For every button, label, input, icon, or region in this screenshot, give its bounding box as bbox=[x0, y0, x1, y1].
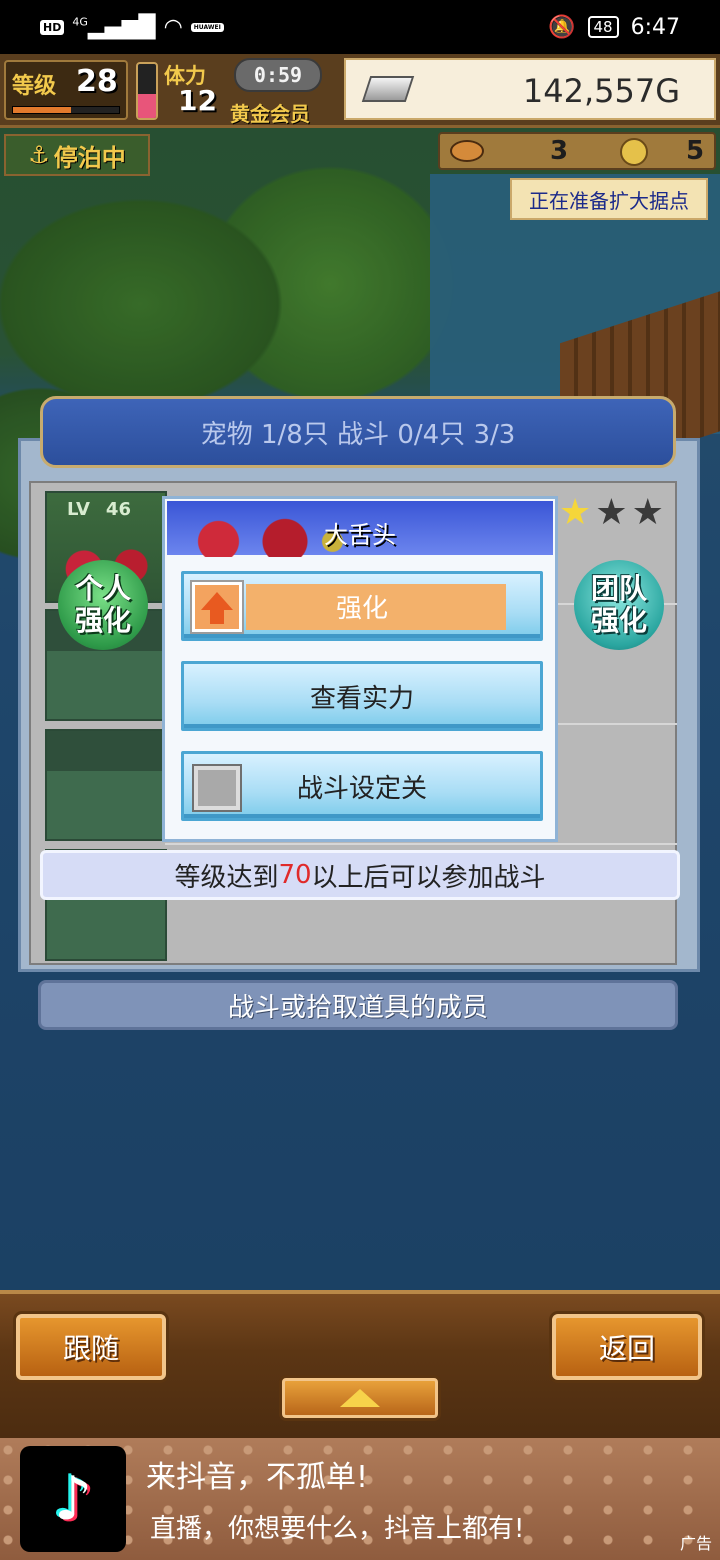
back-button[interactable]: 返回 bbox=[552, 1314, 702, 1380]
notice-suffix: 以上后可以参加战斗 bbox=[311, 862, 546, 893]
personal-enhance-line1: 个人 bbox=[74, 572, 131, 605]
team-enhance-button[interactable]: 团队 强化 bbox=[574, 560, 664, 650]
battle-setting-label: 战斗设定关 bbox=[296, 773, 427, 804]
personal-enhance-button[interactable]: 个人 强化 bbox=[58, 560, 148, 650]
stamina-gauge bbox=[136, 62, 158, 120]
money-box[interactable]: 142,557G bbox=[344, 58, 716, 120]
personal-enhance-line2: 强化 bbox=[74, 604, 131, 637]
coin-icon bbox=[620, 138, 648, 166]
view-strength-button[interactable]: 查看实力 bbox=[181, 661, 543, 731]
checkbox-icon[interactable] bbox=[194, 766, 240, 810]
notice-prefix: 等级达到 bbox=[174, 862, 279, 893]
coin-count: 5 bbox=[686, 136, 705, 166]
expand-up-button[interactable] bbox=[282, 1378, 438, 1418]
star-icon: ★ bbox=[595, 492, 628, 533]
level-label: 等级 bbox=[12, 74, 57, 99]
status-bar: HD 4G▂▄▆█ ◠ HUAWEI 🔕 48 6:47 bbox=[0, 0, 720, 54]
enhance-label: 强化 bbox=[335, 593, 388, 624]
status-right: 🔕 48 6:47 bbox=[548, 15, 680, 40]
pet-action-popup: 大舌头 强化 查看实力 战斗设定关 bbox=[162, 496, 558, 842]
tiktok-logo-icon: ♪ bbox=[20, 1446, 126, 1552]
ad-banner[interactable]: ♪ 来抖音，不孤单! 直播，你想要什么，抖音上都有! 广告 bbox=[0, 1438, 720, 1560]
resource-row: 3 5 bbox=[438, 132, 716, 170]
rarity-stars: ★ ★ ★ bbox=[559, 495, 664, 531]
stamina-timer: 0:59 bbox=[234, 58, 322, 92]
level-progress-bar bbox=[12, 106, 120, 114]
money-value: 142,557G bbox=[522, 72, 680, 110]
members-label-bar: 战斗或拾取道具的成员 bbox=[38, 980, 678, 1030]
star-icon: ★ bbox=[631, 492, 664, 533]
silver-bar-icon bbox=[361, 76, 415, 102]
upgrade-arrow-icon bbox=[192, 582, 242, 632]
slot-level-label: LV bbox=[67, 499, 90, 520]
follow-button[interactable]: 跟随 bbox=[16, 1314, 166, 1380]
pet-name: 大舌头 bbox=[324, 521, 396, 549]
level-box: 等级 28 bbox=[4, 60, 128, 120]
carrier-badge: HUAWEI bbox=[190, 22, 224, 32]
slot-level-value: 46 bbox=[105, 499, 131, 520]
upgrade-arrow-shape bbox=[201, 592, 233, 624]
wifi-icon: ◠ bbox=[163, 14, 183, 40]
battery-indicator: 48 bbox=[587, 16, 619, 38]
pet-slot-3[interactable] bbox=[45, 729, 167, 841]
view-strength-label: 查看实力 bbox=[309, 683, 414, 714]
team-enhance-line2: 强化 bbox=[590, 604, 647, 637]
ad-subtitle: 直播，你想要什么，抖音上都有! bbox=[150, 1514, 525, 1544]
status-left: HD 4G▂▄▆█ ◠ HUAWEI bbox=[40, 15, 224, 40]
notice-level-number: 70 bbox=[278, 860, 312, 890]
network-type: 4G bbox=[72, 15, 88, 29]
signal-icon: 4G▂▄▆█ bbox=[72, 14, 156, 40]
hd-badge: HD bbox=[40, 19, 65, 35]
stamina-gauge-fill bbox=[138, 93, 156, 118]
ad-title: 来抖音，不孤单! bbox=[146, 1460, 369, 1495]
enhance-button[interactable]: 强化 bbox=[181, 571, 543, 641]
stamina-value: 12 bbox=[178, 84, 217, 117]
clock: 6:47 bbox=[630, 14, 680, 40]
top-hud: 等级 28 体力 12 0:59 黄金会员 142,557G bbox=[0, 54, 720, 128]
fish-count: 3 bbox=[550, 136, 569, 166]
expand-notice[interactable]: 正在准备扩大据点 bbox=[510, 178, 708, 220]
star-icon: ★ bbox=[559, 492, 592, 533]
triangle-up-icon bbox=[340, 1389, 380, 1407]
bottom-bar: 跟随 返回 bbox=[0, 1290, 720, 1438]
ad-tag: 广告 bbox=[679, 1534, 712, 1553]
team-enhance-line1: 团队 bbox=[590, 572, 647, 605]
fish-icon bbox=[450, 140, 484, 162]
anchor-status-badge[interactable]: ⚓ 停泊中 bbox=[4, 134, 150, 176]
level-requirement-notice: 等级达到 70 以上后可以参加战斗 bbox=[40, 850, 680, 900]
mute-icon: 🔕 bbox=[548, 14, 576, 40]
row-divider bbox=[165, 843, 677, 845]
level-progress-fill bbox=[13, 107, 72, 113]
pet-panel-header: 宠物 1/8只 战斗 0/4只 3/3 bbox=[40, 396, 676, 468]
membership-label[interactable]: 黄金会员 bbox=[230, 98, 310, 127]
anchor-icon: ⚓ bbox=[28, 141, 50, 169]
slot-shade bbox=[47, 731, 165, 771]
music-note-icon: ♪ bbox=[53, 1464, 93, 1534]
anchor-status-label: 停泊中 bbox=[53, 143, 126, 172]
level-value: 28 bbox=[76, 64, 118, 99]
slot-level: LV 46 bbox=[67, 499, 131, 520]
battle-setting-toggle[interactable]: 战斗设定关 bbox=[181, 751, 543, 821]
popup-title-bar: 大舌头 bbox=[167, 501, 553, 557]
